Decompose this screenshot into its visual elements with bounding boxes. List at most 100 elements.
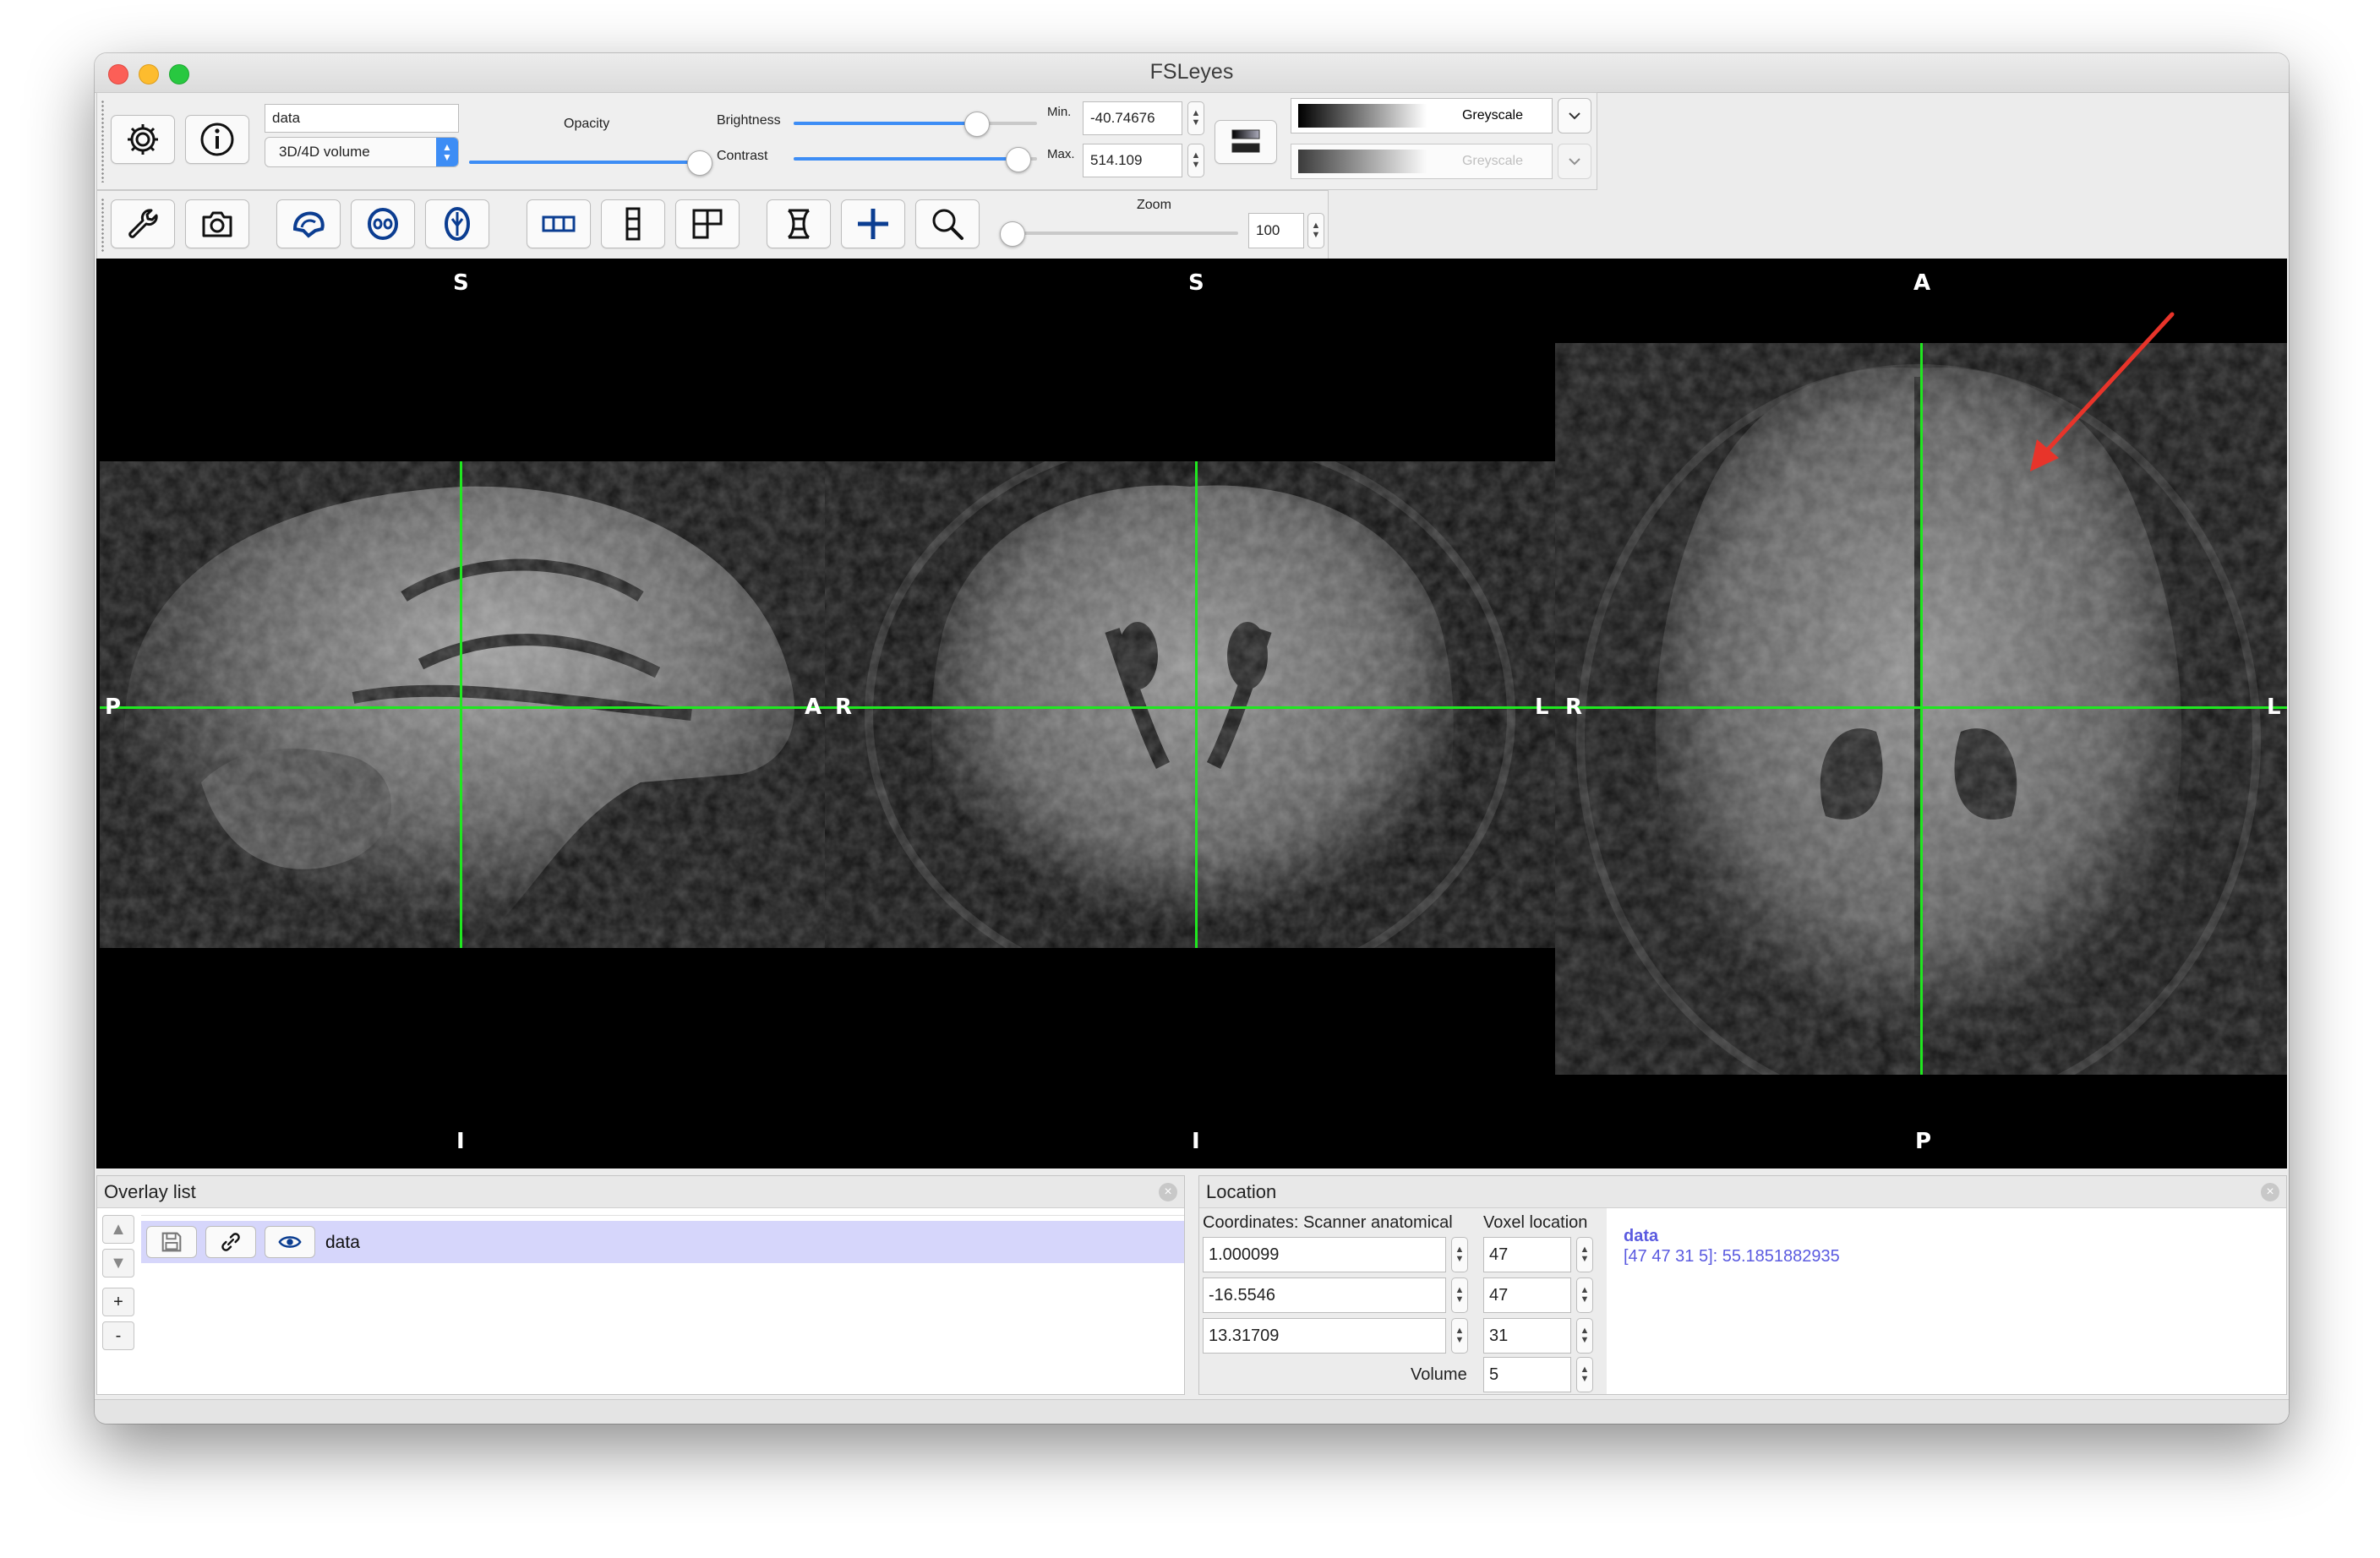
overlay-type-select[interactable]: 3D/4D volume ▲ ▼ — [265, 137, 459, 167]
voxel-x-stepper[interactable]: ▲ ▼ — [1576, 1237, 1593, 1272]
colourmap-dropdown-button[interactable] — [1558, 98, 1591, 133]
overlay-list-item[interactable]: data — [141, 1221, 1184, 1263]
coronal-label-top: S — [1188, 270, 1204, 296]
toggle-coronal-button[interactable] — [351, 199, 415, 248]
overlay-list-close-icon[interactable]: × — [1159, 1183, 1177, 1201]
axial-label-left: R — [1565, 695, 1583, 720]
sagittal-view[interactable]: S I P A — [96, 259, 825, 1168]
axial-view[interactable]: A P R L — [1555, 259, 2287, 1168]
grid-layout-icon — [692, 209, 723, 239]
save-disk-icon — [161, 1232, 182, 1252]
contrast-slider-fill — [794, 157, 1018, 161]
camera-icon — [202, 211, 232, 237]
colourmap-select[interactable]: Greyscale — [1291, 98, 1553, 133]
coronal-label-bottom: I — [1192, 1129, 1200, 1154]
zoom-slider-knob[interactable] — [1000, 221, 1025, 247]
coronal-label-left: R — [835, 695, 853, 720]
annotation-arrow — [2030, 312, 2175, 471]
view-settings-button[interactable] — [111, 199, 175, 248]
overlay-type-value: 3D/4D volume — [279, 144, 370, 160]
colourmap-resolution-button[interactable] — [1215, 120, 1277, 164]
zoom-label: Zoom — [1137, 198, 1171, 212]
eye-icon — [278, 1236, 302, 1248]
coronal-brain-icon — [368, 208, 398, 240]
overlay-name-input[interactable]: data — [265, 104, 459, 133]
overlay-info-button[interactable] — [185, 115, 249, 164]
movie-mode-button[interactable] — [767, 199, 831, 248]
grid-layout-button[interactable] — [675, 199, 740, 248]
location-info-value: [47 47 31 5]: 55.1851882935 — [1624, 1247, 1840, 1266]
colourbar-icon — [1231, 129, 1260, 153]
zoom-stepper[interactable]: ▲ ▼ — [1307, 213, 1324, 248]
opacity-slider-knob[interactable] — [687, 150, 712, 176]
opacity-slider-fill — [469, 161, 699, 164]
sagittal-brain-icon — [292, 211, 325, 238]
coordinates-label: Coordinates: Scanner anatomical — [1203, 1213, 1453, 1232]
location-controls: Coordinates: Scanner anatomical Voxel lo… — [1199, 1208, 1607, 1394]
voxel-y-stepper[interactable]: ▲ ▼ — [1576, 1277, 1593, 1313]
toggle-sagittal-button[interactable] — [276, 199, 341, 248]
coord-z-stepper[interactable]: ▲ ▼ — [1451, 1318, 1468, 1354]
move-overlay-down-button[interactable]: ▼ — [102, 1249, 134, 1277]
negative-colourmap-dropdown-button[interactable] — [1558, 144, 1591, 179]
brightness-slider-knob[interactable] — [964, 112, 990, 137]
axial-label-bottom: P — [1915, 1129, 1932, 1154]
location-close-icon[interactable]: × — [2261, 1183, 2279, 1201]
toolbar-grip[interactable] — [101, 198, 105, 252]
toggle-axial-button[interactable] — [425, 199, 489, 248]
min-value-input[interactable]: -40.74676 — [1083, 101, 1182, 135]
voxel-y-input[interactable]: 47 — [1483, 1277, 1571, 1313]
ortho-toolbar: Zoom 100 ▲ ▼ — [96, 190, 1329, 259]
contrast-slider-knob[interactable] — [1005, 147, 1031, 172]
axial-brain-icon — [445, 207, 470, 241]
add-overlay-button[interactable]: + — [102, 1288, 134, 1316]
save-overlay-button[interactable] — [146, 1226, 197, 1258]
brightness-slider-fill — [794, 122, 976, 125]
sagittal-label-right: A — [805, 695, 822, 720]
opacity-label: Opacity — [564, 117, 610, 131]
move-overlay-up-button[interactable]: ▲ — [102, 1215, 134, 1244]
min-value-stepper[interactable]: ▲ ▼ — [1187, 101, 1204, 135]
volume-input[interactable]: 5 — [1483, 1357, 1571, 1392]
zoom-slider[interactable] — [1000, 232, 1238, 235]
coord-y-stepper[interactable]: ▲ ▼ — [1451, 1277, 1468, 1313]
vertical-layout-button[interactable] — [601, 199, 665, 248]
wrench-icon — [128, 209, 158, 238]
remove-overlay-button[interactable]: - — [102, 1321, 134, 1350]
negative-colourmap-name: Greyscale — [1461, 154, 1524, 168]
coord-z-input[interactable]: 13.31709 — [1203, 1318, 1446, 1354]
link-icon — [221, 1233, 240, 1251]
screenshot-button[interactable] — [185, 199, 249, 248]
zoom-value-input[interactable]: 100 — [1248, 213, 1304, 248]
coronal-slice-image — [825, 461, 1555, 948]
toggle-crosshair-button[interactable] — [841, 199, 905, 248]
reset-zoom-button[interactable] — [915, 199, 980, 248]
overlay-settings-button[interactable] — [111, 115, 175, 164]
sagittal-label-top: S — [453, 270, 469, 296]
brightness-slider[interactable] — [794, 122, 1037, 125]
horizontal-layout-button[interactable] — [527, 199, 591, 248]
contrast-label: Contrast — [717, 149, 768, 163]
greyscale-gradient-disabled — [1298, 150, 1427, 173]
voxel-z-stepper[interactable]: ▲ ▼ — [1576, 1318, 1593, 1354]
coord-y-input[interactable]: -16.5546 — [1203, 1277, 1446, 1313]
columns-layout-icon — [542, 215, 576, 232]
toolbar-grip[interactable] — [101, 100, 105, 182]
coord-x-input[interactable]: 1.000099 — [1203, 1237, 1446, 1272]
voxel-x-input[interactable]: 47 — [1483, 1237, 1571, 1272]
location-info-overlay-name: data — [1624, 1227, 1659, 1245]
link-overlay-button[interactable] — [205, 1226, 256, 1258]
opacity-slider[interactable] — [469, 161, 699, 164]
coord-x-stepper[interactable]: ▲ ▼ — [1451, 1237, 1468, 1272]
max-value-input[interactable]: 514.109 — [1083, 144, 1182, 177]
volume-label: Volume — [1411, 1365, 1467, 1384]
toggle-visibility-button[interactable] — [265, 1226, 315, 1258]
ortho-canvas[interactable]: S I P A S I R L A P R L — [96, 259, 2287, 1168]
coronal-view[interactable]: S I R L — [825, 259, 1555, 1168]
max-value-stepper[interactable]: ▲ ▼ — [1187, 144, 1204, 177]
info-icon — [200, 123, 234, 156]
volume-stepper[interactable]: ▲ ▼ — [1576, 1357, 1593, 1392]
negative-colourmap-select[interactable]: Greyscale — [1291, 144, 1553, 179]
voxel-z-input[interactable]: 31 — [1483, 1318, 1571, 1354]
contrast-slider[interactable] — [794, 157, 1037, 161]
